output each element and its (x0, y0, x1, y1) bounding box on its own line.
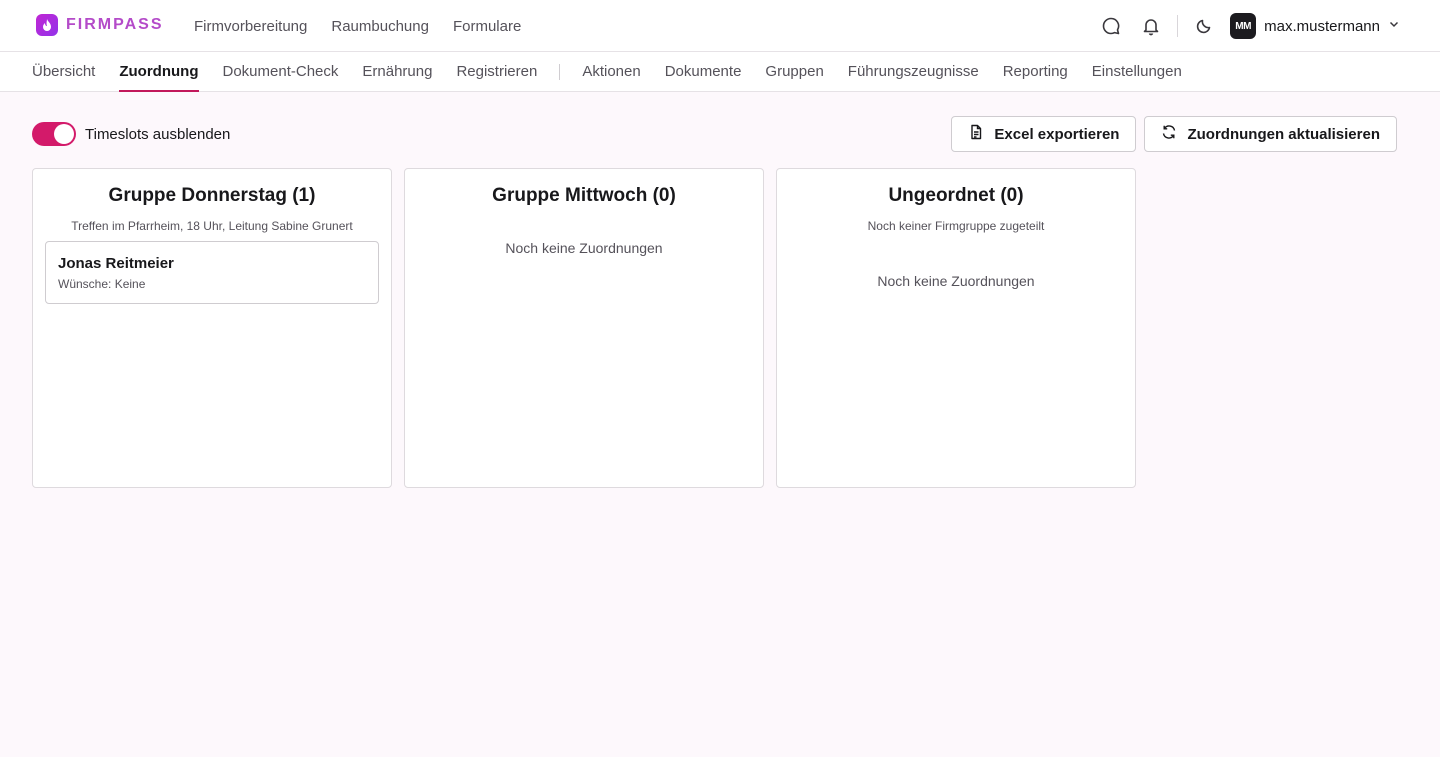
sub-nav: Übersicht Zuordnung Dokument-Check Ernäh… (0, 52, 1440, 92)
bell-icon[interactable] (1137, 12, 1165, 40)
refresh-icon (1161, 124, 1177, 144)
column-title: Ungeordnet (0) (888, 185, 1024, 206)
refresh-assignments-button[interactable]: Zuordnungen aktualisieren (1144, 116, 1397, 152)
chevron-down-icon (1388, 17, 1400, 35)
main-nav-formulare[interactable]: Formulare (453, 18, 521, 35)
refresh-assignments-label: Zuordnungen aktualisieren (1187, 125, 1380, 143)
column-title: Gruppe Donnerstag (1) (108, 185, 316, 206)
tab-aktionen[interactable]: Aktionen (582, 52, 640, 91)
excel-export-label: Excel exportieren (994, 125, 1120, 143)
column-title: Gruppe Mittwoch (0) (492, 185, 676, 206)
tab-fuehrungszeugnisse[interactable]: Führungszeugnisse (848, 52, 979, 91)
main-nav: Firmvorbereitung Raumbuchung Formulare (194, 0, 521, 52)
brand-name: FIRMPASS (66, 16, 164, 33)
column-subtitle: Noch keiner Firmgruppe zugeteilt (867, 219, 1045, 233)
column-empty-text: Noch keine Zuordnungen (505, 240, 663, 256)
main-nav-raumbuchung[interactable]: Raumbuchung (331, 18, 429, 35)
participant-card[interactable]: Jonas Reitmeier Wünsche: Keine (45, 241, 379, 304)
column-subtitle: Treffen im Pfarrheim, 18 Uhr, Leitung Sa… (71, 219, 353, 233)
brand-logo[interactable]: FIRMPASS (36, 14, 163, 36)
tab-einstellungen[interactable]: Einstellungen (1092, 52, 1182, 91)
timeslots-toggle[interactable] (32, 122, 76, 146)
flame-icon (36, 14, 58, 36)
column-empty-text: Noch keine Zuordnungen (877, 273, 1035, 289)
tab-dokument-check[interactable]: Dokument-Check (223, 52, 339, 91)
tab-gruppen[interactable]: Gruppen (765, 52, 823, 91)
timeslot-toggle-group: Timeslots ausblenden (32, 122, 230, 146)
excel-export-button[interactable]: Excel exportieren (951, 116, 1137, 152)
top-header: FIRMPASS Firmvorbereitung Raumbuchung Fo… (0, 0, 1440, 52)
moon-icon[interactable] (1190, 12, 1218, 40)
participant-name: Jonas Reitmeier (58, 255, 174, 272)
header-divider (1177, 15, 1179, 37)
tab-uebersicht[interactable]: Übersicht (32, 52, 95, 91)
tab-ernaehrung[interactable]: Ernährung (362, 52, 432, 91)
avatar: MM (1230, 13, 1257, 39)
toggle-knob (54, 124, 74, 144)
header-actions: MM max.mustermann (1097, 0, 1400, 52)
tab-zuordnung[interactable]: Zuordnung (119, 52, 199, 92)
tab-divider (559, 63, 561, 80)
group-column-ungeordnet[interactable]: Ungeordnet (0) Noch keiner Firmgruppe zu… (776, 168, 1136, 488)
document-icon (968, 124, 984, 144)
group-column-donnerstag[interactable]: Gruppe Donnerstag (1) Treffen im Pfarrhe… (32, 168, 392, 488)
timeslots-toggle-label: Timeslots ausblenden (85, 125, 231, 143)
user-menu[interactable]: MM max.mustermann (1230, 13, 1400, 39)
group-column-mittwoch[interactable]: Gruppe Mittwoch (0) Noch keine Zuordnung… (404, 168, 764, 488)
participant-wishes: Wünsche: Keine (58, 277, 146, 291)
chat-icon[interactable] (1097, 12, 1125, 40)
main-nav-firmvorbereitung[interactable]: Firmvorbereitung (194, 18, 307, 35)
username: max.mustermann (1264, 17, 1380, 35)
tab-reporting[interactable]: Reporting (1003, 52, 1068, 91)
tab-dokumente[interactable]: Dokumente (665, 52, 742, 91)
tab-registrieren[interactable]: Registrieren (456, 52, 537, 91)
assignment-board: Gruppe Donnerstag (1) Treffen im Pfarrhe… (32, 168, 1136, 488)
toolbar-actions: Excel exportieren Zuordnungen aktualisie… (951, 116, 1397, 152)
